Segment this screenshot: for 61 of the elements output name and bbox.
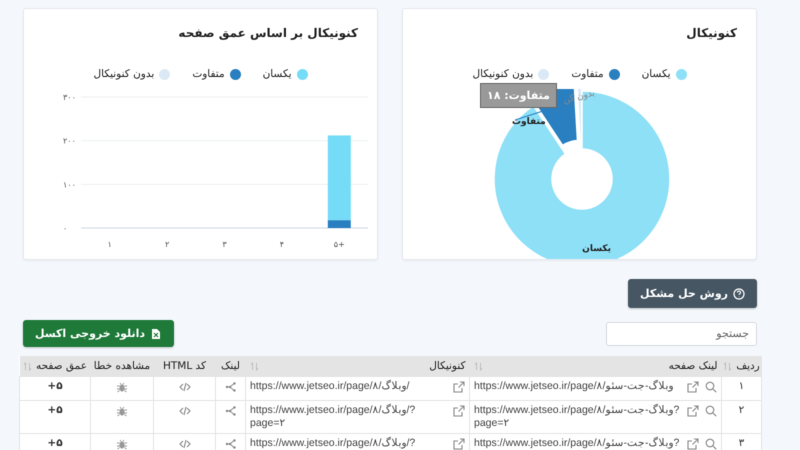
code-icon[interactable]: [178, 405, 190, 417]
search-icon[interactable]: [705, 381, 717, 393]
legend-label[interactable]: بدون کنونیکال: [93, 68, 154, 80]
column-header: مشاهده خطا: [94, 360, 150, 372]
axis-label: ۱۰۰: [63, 180, 76, 190]
column-header: لینک: [221, 360, 240, 372]
bug-icon[interactable]: [116, 438, 128, 450]
column-header[interactable]: کنونیکال: [429, 360, 466, 372]
row-number: ۱: [738, 380, 744, 392]
page-depth: +۵: [47, 404, 63, 417]
axis-label: ۲: [164, 240, 170, 249]
legend-label[interactable]: بدون کنونیکال: [472, 68, 534, 80]
slice-label: یکسان: [582, 244, 611, 254]
axis-label: ۳: [222, 240, 227, 249]
chart-title: کنونیکال: [686, 26, 737, 40]
chart-tooltip: متفاوت: ۱۸: [480, 83, 557, 108]
help-button[interactable]: روش حل مشکل: [628, 279, 757, 308]
canonical-url: https://www.jetseo.ir/page/۸/وبلاگ/?: [250, 437, 416, 450]
axis-label: ۳۰۰: [63, 93, 76, 102]
page-url: https://www.jetseo.ir/page/۸/وبلاگ-جت-سئو?: [474, 437, 680, 450]
axis-label: +۵: [334, 240, 345, 249]
file-icon: [150, 328, 162, 340]
nodes-icon[interactable]: [224, 381, 236, 393]
page-url: https://www.jetseo.ir/page/۸/وبلاگ-جت-سئو?page=۲: [474, 404, 680, 430]
page-depth: +۵: [47, 437, 63, 450]
nodes-icon[interactable]: [224, 438, 236, 450]
axis-label: ۰: [63, 224, 68, 233]
legend-label[interactable]: متفاوت: [571, 68, 604, 80]
page-url: https://www.jetseo.ir/page/۸/وبلاگ-جت-سئو: [474, 380, 674, 393]
page-depth: +۵: [47, 380, 63, 393]
slice-label: متفاوت: [512, 117, 546, 127]
bug-icon[interactable]: [116, 405, 128, 417]
code-icon[interactable]: [178, 438, 190, 450]
search-icon[interactable]: [705, 405, 717, 417]
search-field[interactable]: جستجو: [606, 322, 757, 346]
legend-label[interactable]: یکسان: [642, 68, 671, 80]
code-icon[interactable]: [178, 381, 190, 393]
external-link-icon[interactable]: [453, 438, 465, 450]
help-icon: [733, 288, 745, 300]
row-number: ۳: [738, 437, 744, 449]
column-header[interactable]: لینک صفحه: [668, 360, 718, 372]
external-link-icon[interactable]: [687, 405, 699, 417]
legend-label[interactable]: یکسان: [262, 68, 292, 80]
bug-icon[interactable]: [116, 381, 128, 393]
external-link-icon[interactable]: [687, 381, 699, 393]
canonical-url: https://www.jetseo.ir/page/۸/وبلاگ/: [250, 380, 410, 393]
axis-label: ۴: [280, 240, 284, 249]
search-icon[interactable]: [705, 438, 717, 450]
nodes-icon[interactable]: [224, 405, 236, 417]
canonical-url: https://www.jetseo.ir/page/۸/وبلاگ/?page=۲: [250, 404, 416, 430]
chart-title: کنونیکال بر اساس عمق صفحه: [178, 26, 358, 40]
slice-label: بدون کن: [562, 89, 596, 106]
row-number: ۲: [738, 404, 744, 416]
external-link-icon[interactable]: [687, 438, 699, 450]
external-link-icon[interactable]: [453, 381, 465, 393]
axis-label: ۱: [108, 240, 112, 249]
axis-label: ۲۰۰: [63, 136, 76, 146]
legend-label[interactable]: متفاوت: [192, 68, 225, 80]
download-button[interactable]: دانلود خروجی اکسل: [23, 320, 174, 347]
external-link-icon[interactable]: [453, 405, 465, 417]
column-header: کد HTML: [162, 360, 206, 372]
